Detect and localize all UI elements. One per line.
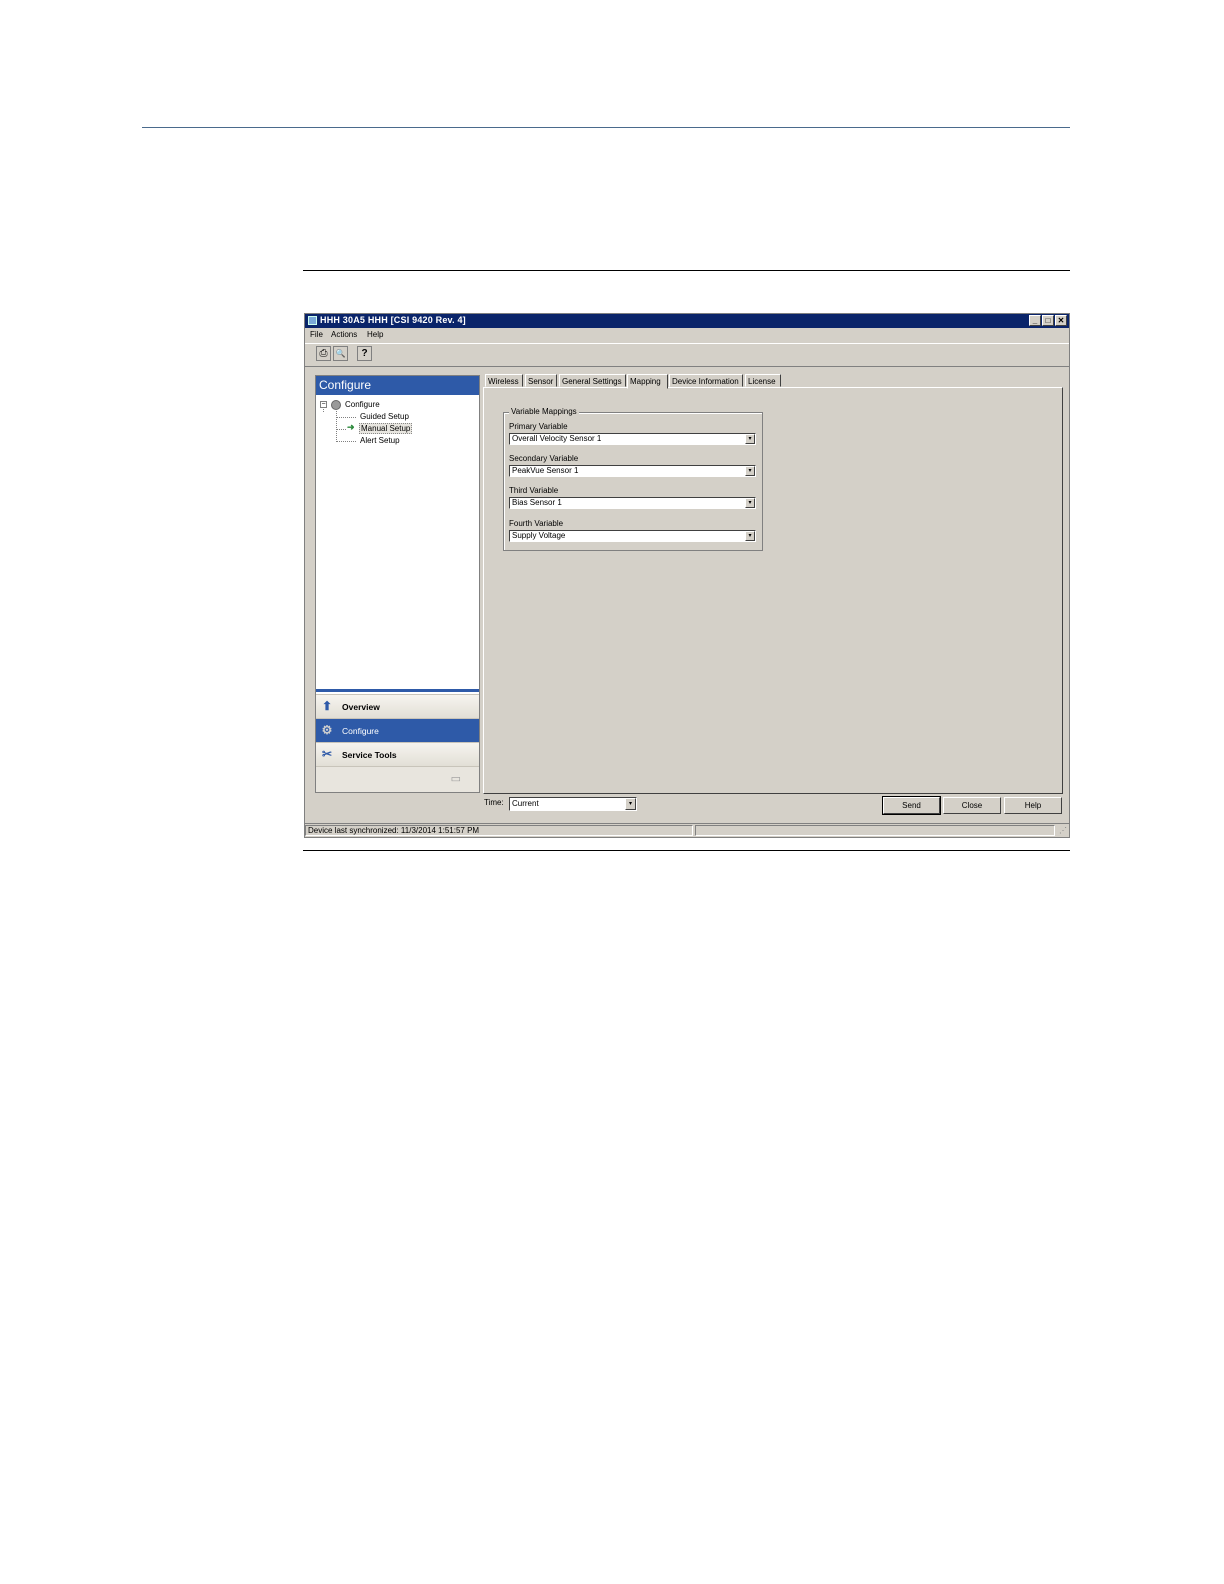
secondary-variable-label: Secondary Variable bbox=[509, 454, 579, 463]
secondary-variable-select[interactable]: PeakVue Sensor 1 ▾ bbox=[509, 465, 756, 477]
close-window-button[interactable]: ✕ bbox=[1055, 315, 1067, 326]
application-window: HHH 30A5 HHH [CSI 9420 Rev. 4] _ □ ✕ Fil… bbox=[304, 313, 1070, 838]
tree-connector bbox=[336, 411, 337, 442]
figure-top-rule bbox=[303, 270, 1070, 271]
print-preview-button[interactable]: 🔍 bbox=[333, 346, 348, 361]
context-help-button[interactable]: ? bbox=[357, 346, 372, 361]
overview-up-arrow-icon: ⬆ bbox=[321, 699, 333, 713]
third-variable-label: Third Variable bbox=[509, 486, 559, 495]
print-icon: ⎙ bbox=[319, 348, 328, 359]
menu-file[interactable]: File bbox=[310, 330, 323, 339]
configure-gear-icon: ⚙ bbox=[321, 723, 333, 737]
tab-mapping[interactable]: Mapping bbox=[627, 374, 668, 389]
help-button[interactable]: Help bbox=[1004, 797, 1062, 814]
print-button[interactable]: ⎙ bbox=[316, 346, 331, 361]
tree-connector bbox=[336, 429, 346, 430]
time-label: Time: bbox=[484, 798, 504, 807]
tree-connector bbox=[336, 417, 356, 418]
resize-grip-icon[interactable]: ⋰ bbox=[1059, 826, 1067, 835]
fourth-variable-select[interactable]: Supply Voltage ▾ bbox=[509, 530, 756, 542]
time-select[interactable]: Current ▾ bbox=[509, 797, 637, 811]
menu-help[interactable]: Help bbox=[367, 330, 383, 339]
toolbar: ⎙ 🔍 ? bbox=[305, 343, 1069, 367]
nav-service-tools-button[interactable]: ✂ Service Tools bbox=[316, 742, 479, 766]
primary-variable-select[interactable]: Overall Velocity Sensor 1 ▾ bbox=[509, 433, 756, 445]
minimize-button[interactable]: _ bbox=[1029, 315, 1041, 326]
tree-connector bbox=[336, 441, 356, 442]
panel-header: Configure bbox=[316, 376, 479, 395]
secondary-variable-value: PeakVue Sensor 1 bbox=[512, 466, 579, 475]
time-value: Current bbox=[512, 799, 539, 808]
nav-overview-button[interactable]: ⬆ Overview bbox=[316, 694, 479, 718]
menu-actions[interactable]: Actions bbox=[331, 330, 357, 339]
tree-node-configure[interactable]: Configure bbox=[345, 400, 380, 409]
close-button[interactable]: Close bbox=[943, 797, 1001, 814]
fourth-variable-label: Fourth Variable bbox=[509, 519, 564, 528]
navigation-panel: Configure − Configure Guided Setup ➜ Man… bbox=[315, 375, 480, 793]
nav-service-tools-label: Service Tools bbox=[342, 750, 397, 760]
page-header-rule bbox=[142, 127, 1070, 128]
chevron-down-icon[interactable]: ▾ bbox=[625, 798, 636, 810]
window-title: HHH 30A5 HHH [CSI 9420 Rev. 4] bbox=[320, 315, 466, 325]
variable-mappings-group: Variable Mappings Primary Variable Overa… bbox=[503, 407, 763, 551]
panel-splitter[interactable] bbox=[316, 689, 479, 692]
tab-device-information[interactable]: Device Information bbox=[669, 374, 743, 387]
tree-collapse-toggle[interactable]: − bbox=[320, 401, 327, 408]
third-variable-value: Bias Sensor 1 bbox=[512, 498, 562, 507]
tree-node-manual-setup[interactable]: Manual Setup bbox=[359, 423, 413, 434]
tree-node-guided-setup[interactable]: Guided Setup bbox=[360, 412, 409, 421]
chevron-down-icon[interactable]: ▾ bbox=[745, 531, 755, 541]
help-pointer-icon: ? bbox=[361, 348, 368, 359]
tab-wireless[interactable]: Wireless bbox=[485, 374, 523, 387]
group-title: Variable Mappings bbox=[509, 407, 579, 416]
figure-bottom-rule bbox=[303, 850, 1070, 851]
current-page-arrow-icon: ➜ bbox=[347, 422, 355, 432]
primary-variable-value: Overall Velocity Sensor 1 bbox=[512, 434, 602, 443]
app-icon bbox=[308, 316, 317, 325]
tree-node-alert-setup[interactable]: Alert Setup bbox=[360, 436, 400, 445]
nav-overview-label: Overview bbox=[342, 702, 380, 712]
tab-license[interactable]: License bbox=[745, 374, 781, 387]
nav-configure-label: Configure bbox=[342, 726, 379, 736]
primary-variable-label: Primary Variable bbox=[509, 422, 568, 431]
nav-footer: ▭ bbox=[316, 766, 479, 792]
tab-sensor[interactable]: Sensor bbox=[525, 374, 557, 387]
service-tools-icon: ✂ bbox=[321, 747, 333, 761]
send-button[interactable]: Send bbox=[882, 796, 941, 815]
panel-options-icon[interactable]: ▭ bbox=[451, 772, 461, 785]
chevron-down-icon[interactable]: ▾ bbox=[745, 498, 755, 508]
status-cell-empty bbox=[695, 825, 1055, 836]
mapping-tab-page: Variable Mappings Primary Variable Overa… bbox=[483, 387, 1063, 794]
fourth-variable-value: Supply Voltage bbox=[512, 531, 566, 540]
print-preview-icon: 🔍 bbox=[335, 349, 346, 358]
nav-configure-button[interactable]: ⚙ Configure bbox=[316, 718, 479, 742]
chevron-down-icon[interactable]: ▾ bbox=[745, 466, 755, 476]
third-variable-select[interactable]: Bias Sensor 1 ▾ bbox=[509, 497, 756, 509]
chevron-down-icon[interactable]: ▾ bbox=[745, 434, 755, 444]
configure-node-icon bbox=[331, 400, 341, 410]
maximize-button[interactable]: □ bbox=[1042, 315, 1054, 326]
status-bar: Device last synchronized: 11/3/2014 1:51… bbox=[305, 823, 1069, 837]
sync-status: Device last synchronized: 11/3/2014 1:51… bbox=[305, 825, 693, 836]
title-bar[interactable]: HHH 30A5 HHH [CSI 9420 Rev. 4] _ □ ✕ bbox=[305, 314, 1069, 328]
tab-general-settings[interactable]: General Settings bbox=[559, 374, 626, 387]
dialog-footer: Time: Current ▾ Send Close Help bbox=[305, 796, 1069, 818]
